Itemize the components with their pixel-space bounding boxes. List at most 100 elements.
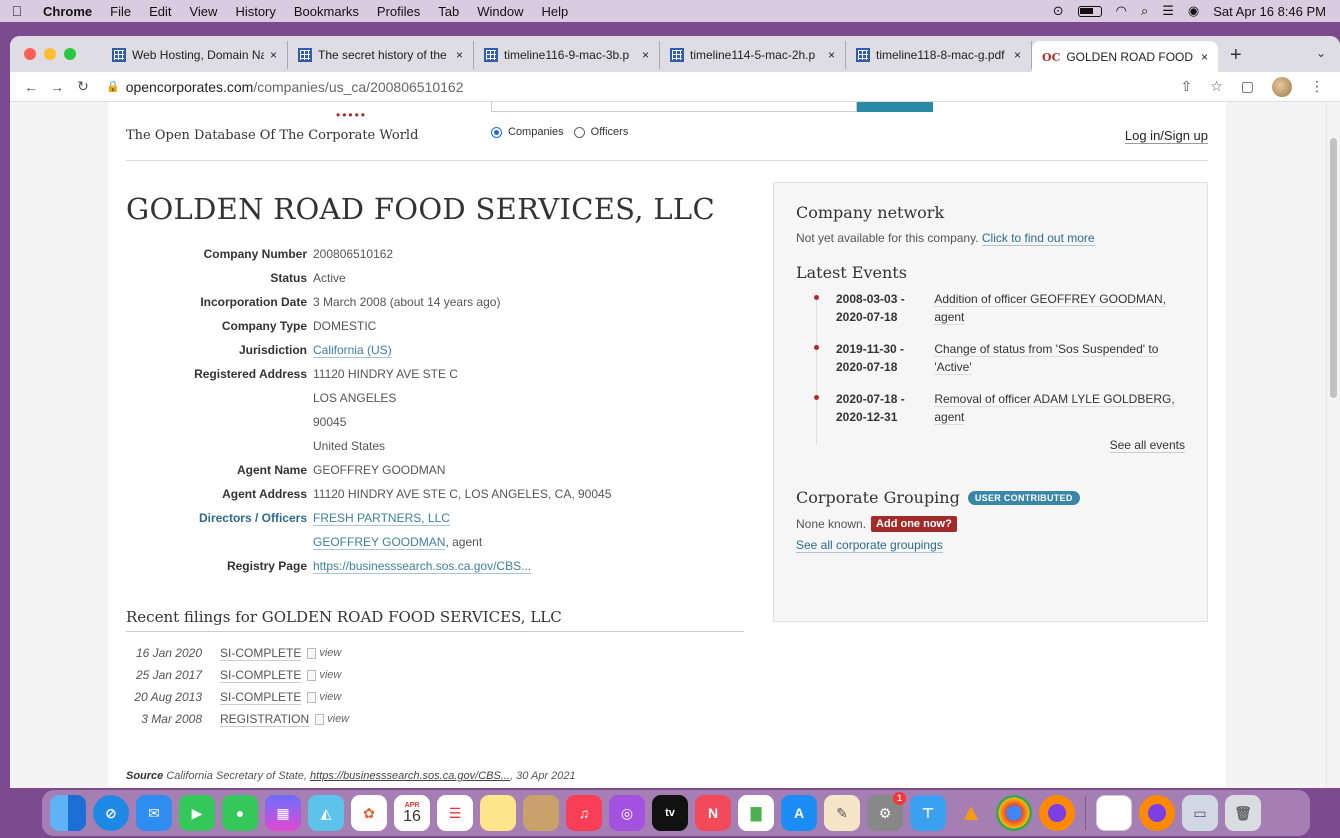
close-tab-icon[interactable]: × <box>642 48 649 62</box>
profile-avatar[interactable] <box>1272 76 1292 97</box>
notes-icon[interactable] <box>480 795 516 831</box>
app-store-icon[interactable]: A <box>781 795 817 831</box>
play-icon[interactable]: ⊙ <box>1053 3 1064 19</box>
zoom-window-button[interactable] <box>64 48 76 60</box>
filing-type-link[interactable]: SI-COMPLETE <box>220 668 302 683</box>
back-arrow-icon[interactable]: ← <box>20 79 42 95</box>
trash-icon[interactable]: 🗑 <box>1225 795 1261 831</box>
officer-link[interactable]: FRESH PARTNERS, LLC <box>313 511 450 526</box>
filing-view-link[interactable]: view <box>319 664 341 686</box>
menu-window[interactable]: Window <box>468 4 532 19</box>
kebab-menu-icon[interactable]: ⋮ <box>1310 78 1324 95</box>
wifi-icon[interactable]: ◠ <box>1116 3 1127 19</box>
messages-icon[interactable]: ● <box>222 795 258 831</box>
contacts-icon[interactable] <box>523 795 559 831</box>
siri-icon[interactable]: ◉ <box>1188 3 1199 19</box>
tab-timeline116[interactable]: timeline116-9-mac-3b.p × <box>474 41 660 69</box>
close-tab-icon[interactable]: × <box>828 48 835 62</box>
numbers-icon[interactable]: ▇ <box>738 795 774 831</box>
battery-icon[interactable] <box>1077 5 1102 17</box>
system-preferences-icon[interactable]: ⚙ 1 <box>867 792 906 831</box>
login-signup-link[interactable]: Log in/Sign up <box>1124 128 1208 144</box>
menu-history[interactable]: History <box>226 4 284 19</box>
source-link[interactable]: https://businesssearch.sos.ca.gov/CBS... <box>310 770 510 782</box>
tab-timeline114[interactable]: timeline114-5-mac-2h.p × <box>660 41 846 69</box>
launchpad-icon[interactable]: ▦ <box>265 795 301 831</box>
search-button[interactable] <box>857 102 933 112</box>
bookmark-star-icon[interactable]: ☆ <box>1210 78 1223 95</box>
see-all-events-link[interactable]: See all events <box>1109 438 1185 453</box>
address-bar[interactable]: 🔒 opencorporates.com/companies/us_ca/200… <box>106 79 1180 95</box>
music-icon[interactable]: ♫ <box>566 795 602 831</box>
close-tab-icon[interactable]: × <box>270 48 277 62</box>
finder-icon[interactable] <box>50 795 86 831</box>
reminders-icon[interactable]: ☰ <box>437 795 473 831</box>
menu-view[interactable]: View <box>180 4 226 19</box>
radio-companies[interactable] <box>491 126 502 138</box>
filing-type-link[interactable]: SI-COMPLETE <box>220 690 302 705</box>
radio-officers[interactable] <box>573 126 585 138</box>
scrollbar-thumb[interactable] <box>1330 138 1337 398</box>
menu-edit[interactable]: Edit <box>140 4 180 19</box>
tab-secret-history[interactable]: The secret history of the × <box>288 41 474 69</box>
jurisdiction-link[interactable]: California (US) <box>313 343 392 358</box>
facetime-icon[interactable]: ▶ <box>179 795 215 831</box>
firefox-download-icon[interactable] <box>1139 795 1175 831</box>
filing-view-link[interactable]: view <box>319 642 341 664</box>
menu-help[interactable]: Help <box>533 4 578 19</box>
preview-icon[interactable]: ▭ <box>1182 795 1218 831</box>
event-description-link[interactable]: Addition of officer GEOFFREY GOODMAN, ag… <box>934 292 1166 325</box>
tab-search-chevron-icon[interactable]: ⌄ <box>1316 46 1326 60</box>
menu-file[interactable]: File <box>101 4 140 19</box>
minimize-window-button[interactable] <box>44 48 56 60</box>
control-center-icon[interactable]: ☰ <box>1162 3 1174 19</box>
directors-officers-label[interactable]: Directors / Officers <box>126 506 313 554</box>
safari-icon[interactable]: ⊘ <box>93 795 129 831</box>
new-tab-button[interactable]: + <box>1218 44 1254 67</box>
maps-icon[interactable]: ◭ <box>308 795 344 831</box>
menu-tab[interactable]: Tab <box>429 4 468 19</box>
find-out-more-link[interactable]: Click to find out more <box>981 231 1095 246</box>
textedit-icon[interactable]: ✎ <box>824 795 860 831</box>
side-panel-icon[interactable]: ▢ <box>1241 78 1254 95</box>
event-description-link[interactable]: Change of status from 'Sos Suspended' to… <box>934 342 1159 375</box>
podcasts-icon[interactable]: ◎ <box>609 795 645 831</box>
radio-companies-label[interactable]: Companies <box>508 126 564 138</box>
vlc-icon[interactable]: ▲ <box>953 795 989 831</box>
search-input[interactable] <box>491 102 857 112</box>
filing-type-link[interactable]: REGISTRATION <box>220 712 310 727</box>
keynote-icon[interactable]: ⊤ <box>910 795 946 831</box>
clock[interactable]: Sat Apr 16 8:46 PM <box>1213 4 1326 19</box>
mail-icon[interactable]: ✉ <box>136 795 172 831</box>
calendar-icon[interactable]: APR 16 <box>394 795 430 831</box>
close-tab-icon[interactable]: × <box>1014 48 1021 62</box>
news-icon[interactable]: N <box>695 795 731 831</box>
apple-tv-icon[interactable]: tv <box>652 795 688 831</box>
scrollbar[interactable] <box>1326 102 1340 788</box>
officer-link[interactable]: GEOFFREY GOODMAN <box>313 535 446 550</box>
filing-type-link[interactable]: SI-COMPLETE <box>220 646 302 661</box>
share-icon[interactable]: ⇧ <box>1180 78 1192 95</box>
menu-bookmarks[interactable]: Bookmarks <box>285 4 368 19</box>
close-window-button[interactable] <box>24 48 36 60</box>
filing-view-link[interactable]: view <box>319 686 341 708</box>
event-description-link[interactable]: Removal of officer ADAM LYLE GOLDBERG, a… <box>934 392 1175 425</box>
close-tab-icon[interactable]: × <box>1201 50 1208 64</box>
see-groupings-link[interactable]: See all corporate groupings <box>796 538 943 553</box>
tab-timeline118[interactable]: timeline118-8-mac-g.pdf × <box>846 41 1032 69</box>
chrome-icon[interactable] <box>996 795 1032 831</box>
tab-web-hosting[interactable]: Web Hosting, Domain Na × <box>102 41 288 69</box>
search-icon[interactable]: ⌕ <box>1141 3 1148 19</box>
menu-app-chrome[interactable]: Chrome <box>34 4 101 19</box>
registry-page-link[interactable]: https://businesssearch.sos.ca.gov/CBS... <box>313 559 532 574</box>
tab-golden-road[interactable]: OC GOLDEN ROAD FOOD S × <box>1032 41 1218 73</box>
reload-icon[interactable]: ↻ <box>72 78 94 95</box>
firefox-icon[interactable] <box>1039 795 1075 831</box>
menu-profiles[interactable]: Profiles <box>368 4 429 19</box>
photos-icon[interactable]: ✿ <box>351 795 387 831</box>
close-tab-icon[interactable]: × <box>456 48 463 62</box>
document-icon[interactable] <box>1096 795 1132 831</box>
apple-icon[interactable]:  <box>0 3 34 19</box>
logo-fragment[interactable] <box>218 102 258 108</box>
filing-view-link[interactable]: view <box>327 708 349 730</box>
